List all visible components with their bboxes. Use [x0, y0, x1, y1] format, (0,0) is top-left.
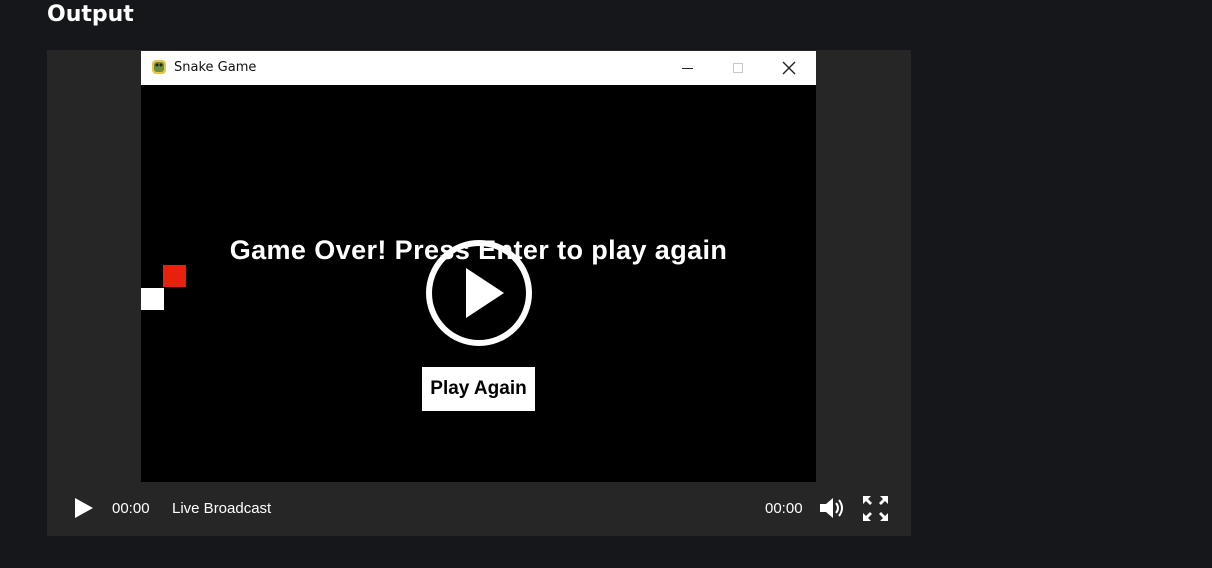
duration-time: 00:00 — [765, 500, 803, 517]
play-icon[interactable] — [71, 496, 95, 520]
current-time: 00:00 — [112, 500, 150, 517]
player-controls: 00:00 Live Broadcast 00:00 — [47, 482, 911, 536]
close-icon — [782, 61, 796, 75]
minimize-icon — [681, 67, 693, 69]
snake-segment — [141, 288, 164, 310]
play-again-button[interactable]: Play Again — [422, 367, 535, 411]
window-title: Snake Game — [174, 60, 257, 75]
volume-icon[interactable] — [818, 495, 846, 521]
maximize-icon — [733, 63, 743, 73]
maximize-button[interactable] — [715, 51, 761, 85]
food-block — [163, 265, 186, 287]
fullscreen-icon[interactable] — [862, 495, 889, 522]
play-overlay-icon[interactable] — [424, 238, 534, 348]
video-player[interactable]: Snake Game Game Over! Press Enter to pla… — [47, 50, 911, 536]
window-titlebar[interactable]: Snake Game — [141, 51, 816, 85]
section-heading: Output — [47, 2, 134, 27]
python-snake-icon — [152, 60, 166, 74]
live-broadcast-label: Live Broadcast — [172, 500, 272, 517]
close-button[interactable] — [766, 51, 812, 85]
minimize-button[interactable] — [664, 51, 710, 85]
